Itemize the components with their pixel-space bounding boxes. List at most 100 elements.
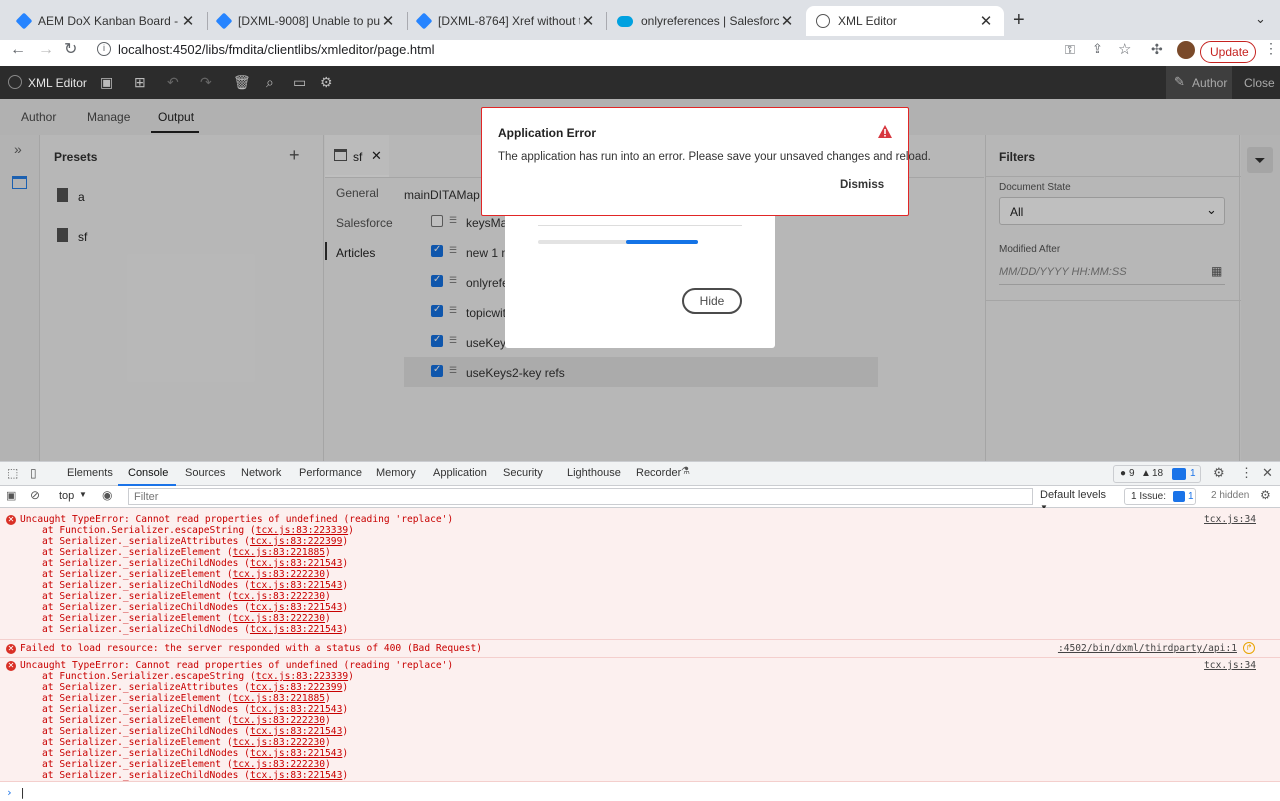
stack-frame-link[interactable]: tcx.js:83:221543	[250, 726, 342, 737]
devtools-tab-recorder[interactable]: Recorder	[636, 467, 681, 479]
stack-frame-link[interactable]: tcx.js:83:221885	[233, 693, 325, 704]
devtools-tab-application[interactable]: Application	[433, 467, 487, 479]
jira-icon	[415, 12, 433, 30]
bookmark-star-icon[interactable]: ☆	[1118, 40, 1131, 58]
error-dialog-title: Application Error	[498, 126, 597, 140]
back-icon[interactable]: ←	[10, 40, 26, 60]
devtools-tab-elements[interactable]: Elements	[67, 467, 113, 479]
preview-icon[interactable]: ▭	[293, 74, 306, 91]
tab-title: onlyreferences | Salesforce	[641, 14, 779, 28]
console-filter-input[interactable]	[128, 488, 1033, 505]
dismiss-button[interactable]: Dismiss	[840, 179, 884, 191]
delete-icon[interactable]: 🗑	[233, 74, 251, 91]
network-request-icon[interactable]: ↱	[1243, 642, 1255, 654]
device-toolbar-icon[interactable]: ▯	[30, 466, 37, 480]
stack-frame-link[interactable]: tcx.js:83:223339	[256, 671, 348, 682]
issues-label: 1 Issue:	[1131, 491, 1167, 502]
stack-frame-link[interactable]: tcx.js:83:222230	[233, 613, 325, 624]
hide-button[interactable]: Hide	[682, 288, 742, 314]
address-bar-row: ← → ↻ i localhost:4502/libs/fmdita/clien…	[0, 40, 1280, 66]
stack-frame-link[interactable]: tcx.js:83:222399	[250, 682, 342, 693]
error-text: Uncaught TypeError: Cannot read properti…	[20, 660, 454, 671]
extensions-icon[interactable]: ✣	[1151, 41, 1163, 58]
stack-frame-link[interactable]: tcx.js:83:223339	[256, 525, 348, 536]
tab-title: AEM DoX Kanban Board - Agile	[38, 14, 180, 28]
console-prompt[interactable]: › |	[0, 786, 1280, 801]
stack-frame: at Serializer._serializeChildNodes (tcx.…	[42, 748, 349, 759]
issues-button[interactable]: 1 Issue: 1	[1124, 488, 1196, 505]
stack-frame-link[interactable]: tcx.js:83:222230	[233, 759, 325, 770]
stack-frame-link[interactable]: tcx.js:83:221543	[250, 558, 342, 569]
error-icon: ✕	[6, 661, 16, 671]
stack-frame: at Serializer._serializeElement (tcx.js:…	[42, 613, 331, 624]
browser-tab-active[interactable]: XML Editor ✕	[806, 6, 1004, 36]
browser-tab[interactable]: [DXML-9008] Unable to publish ✕	[208, 6, 406, 36]
close-tab-icon[interactable]: ✕	[180, 12, 196, 30]
devtools-tab-memory[interactable]: Memory	[376, 467, 416, 479]
stack-frame-link[interactable]: tcx.js:83:221543	[250, 704, 342, 715]
close-tab-icon[interactable]: ✕	[978, 12, 994, 30]
browser-tab[interactable]: onlyreferences | Salesforce ✕	[607, 6, 805, 36]
stack-frame-link[interactable]: tcx.js:83:221543	[250, 580, 342, 591]
url-field[interactable]: localhost:4502/libs/fmdita/clientlibs/xm…	[90, 40, 1060, 66]
redo-icon[interactable]: ↷	[200, 74, 212, 91]
key-icon[interactable]: ⚿	[1065, 42, 1075, 58]
devtools-tab-performance[interactable]: Performance	[299, 467, 362, 479]
update-button[interactable]: Update	[1200, 41, 1256, 63]
stack-frame: at Serializer._serializeChildNodes (tcx.…	[42, 726, 349, 737]
eye-icon[interactable]: ◉	[102, 488, 112, 502]
stack-frame-link[interactable]: tcx.js:83:222399	[250, 536, 342, 547]
stack-frame-link[interactable]: tcx.js:83:222230	[233, 569, 325, 580]
close-tab-icon[interactable]: ✕	[779, 12, 795, 30]
devtools-tab-security[interactable]: Security	[503, 467, 543, 479]
author-mode-button[interactable]: ✎ Author	[1166, 66, 1232, 99]
devtools-tab-sources[interactable]: Sources	[185, 467, 225, 479]
devtools-tab-network[interactable]: Network	[241, 467, 281, 479]
console-settings-gear-icon[interactable]: ⚙	[1260, 488, 1271, 502]
inspect-element-icon[interactable]: ⬚	[7, 466, 18, 480]
stack-frame-link[interactable]: tcx.js:83:222230	[233, 715, 325, 726]
devtools-panel: ⬚ ▯ Elements Console Sources Network Per…	[0, 461, 1280, 800]
context-select[interactable]: top ▼	[54, 489, 90, 505]
close-tab-icon[interactable]: ✕	[580, 12, 596, 30]
stack-frame: at Serializer._serializeChildNodes (tcx.…	[42, 580, 349, 591]
new-tab-icon[interactable]: +	[1013, 9, 1025, 32]
browser-tab[interactable]: AEM DoX Kanban Board - Agile ✕	[8, 6, 206, 36]
undo-icon[interactable]: ↶	[167, 74, 179, 91]
log-levels-select[interactable]: Default levels ▼	[1040, 489, 1116, 512]
avatar[interactable]	[1177, 41, 1195, 59]
message-count: 1	[1190, 468, 1196, 479]
browser-tab[interactable]: [DXML-8764] Xref without text ✕	[408, 6, 606, 36]
sidebar-toggle-icon[interactable]: ▣	[6, 489, 16, 502]
devtools-more-icon[interactable]: ⋮	[1240, 465, 1253, 481]
error-source-link[interactable]: tcx.js:34	[1204, 660, 1256, 671]
error-source-link[interactable]: tcx.js:34	[1204, 514, 1256, 525]
devtools-tab-console[interactable]: Console	[128, 467, 168, 479]
find-replace-icon[interactable]: ⌕	[266, 74, 274, 91]
save-version-icon[interactable]: ⊞	[134, 74, 146, 91]
reload-icon[interactable]: ↻	[64, 40, 77, 60]
devtools-tab-lighthouse[interactable]: Lighthouse	[567, 467, 621, 479]
close-tab-icon[interactable]: ✕	[380, 12, 396, 30]
close-devtools-icon[interactable]: ✕	[1262, 465, 1273, 481]
share-icon[interactable]: ⇪	[1092, 41, 1103, 57]
more-menu-icon[interactable]: ⋮	[1264, 40, 1278, 57]
stack-frame-link[interactable]: tcx.js:83:222230	[233, 737, 325, 748]
clear-console-icon[interactable]: ⊘	[30, 488, 40, 502]
stack-frame-link[interactable]: tcx.js:83:221885	[233, 547, 325, 558]
forward-icon[interactable]: →	[38, 40, 54, 60]
error-source-link[interactable]: :4502/bin/dxml/thirdparty/api:1	[1058, 643, 1237, 654]
error-icon: ✕	[6, 644, 16, 654]
stack-frame-link[interactable]: tcx.js:83:221543	[250, 770, 342, 781]
issue-counters[interactable]: ● 9 ▲ 18 1	[1113, 465, 1201, 483]
devtools-settings-gear-icon[interactable]: ⚙	[1213, 465, 1225, 481]
close-button[interactable]: Close	[1244, 76, 1275, 90]
console-error-message: ✕ Failed to load resource: the server re…	[0, 640, 1280, 658]
stack-frame-link[interactable]: tcx.js:83:221543	[250, 602, 342, 613]
settings-gear-icon[interactable]: ⚙	[320, 74, 333, 91]
save-icon[interactable]: ▣	[100, 74, 113, 91]
stack-frame-link[interactable]: tcx.js:83:221543	[250, 748, 342, 759]
stack-frame-link[interactable]: tcx.js:83:221543	[250, 624, 342, 635]
stack-frame-link[interactable]: tcx.js:83:222230	[233, 591, 325, 602]
chevron-down-icon[interactable]: ⌄	[1255, 11, 1266, 27]
